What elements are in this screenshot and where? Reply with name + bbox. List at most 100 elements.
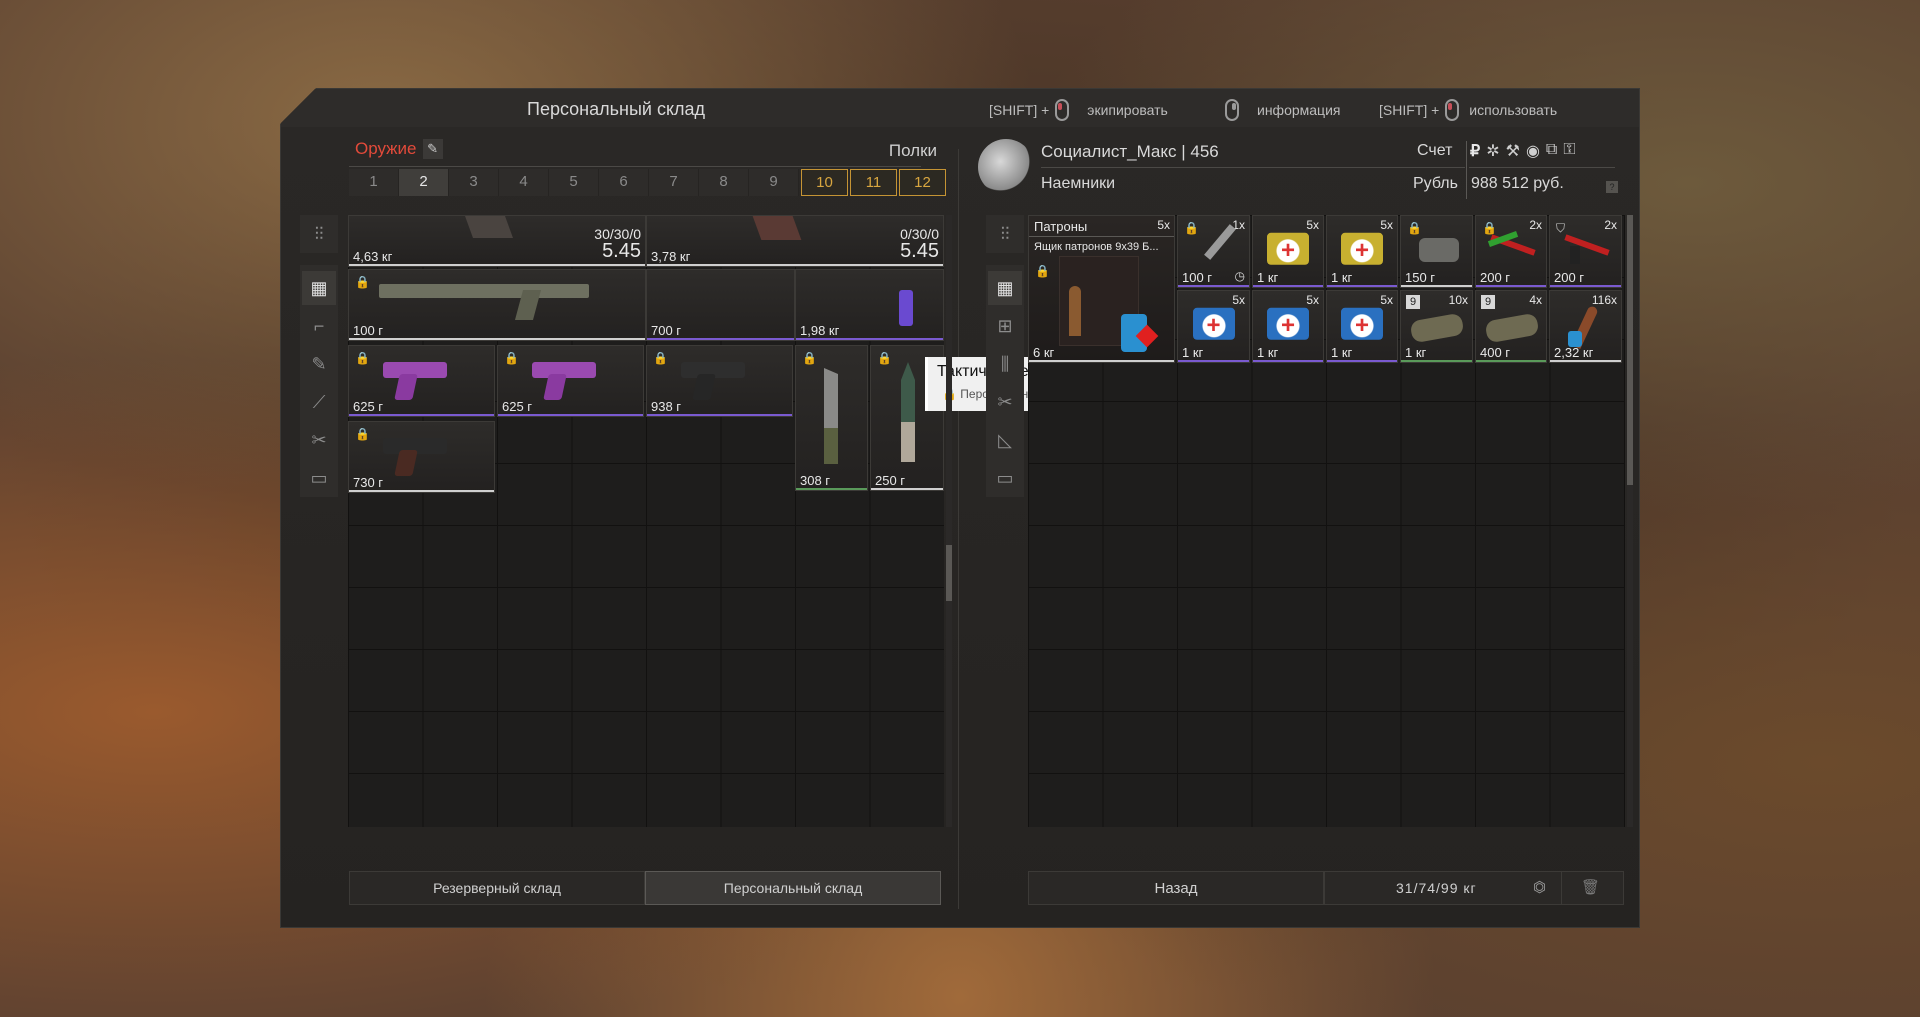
attachment-item[interactable]: 1,98 кг: [795, 269, 944, 341]
faction-eagle-icon: [978, 139, 1034, 195]
weapon-item[interactable]: 30/30/0 5.45 4,63 кг: [348, 215, 646, 267]
shelf-tab[interactable]: 7: [649, 169, 699, 196]
syringe-item[interactable]: 🔒 1x ◷ 100 г: [1177, 215, 1250, 288]
shelf-tab-premium[interactable]: 12: [899, 169, 946, 196]
help-icon[interactable]: ?: [1606, 181, 1618, 193]
shelf-tab-selected[interactable]: 2: [399, 169, 449, 196]
stash-grid[interactable]: 30/30/0 5.45 4,63 кг 0/30/0 5.45 3,78 кг…: [348, 215, 944, 827]
currency-label: Рубль: [1413, 175, 1458, 192]
scrollbar-thumb[interactable]: [1627, 215, 1633, 485]
reserve-stash-button[interactable]: Резерверный склад: [349, 871, 645, 905]
medkit-item[interactable]: 5x 1 кг: [1177, 290, 1250, 363]
item-count: 5x: [1157, 218, 1170, 232]
stock-item[interactable]: 🔒 100 г: [348, 269, 646, 341]
item-weight: 1,98 кг: [800, 323, 840, 338]
stash-title: Персональный склад: [527, 99, 706, 119]
ammo-icon[interactable]: ⫼: [988, 347, 1022, 381]
shelf-tab[interactable]: 4: [499, 169, 549, 196]
shelf-tab-premium[interactable]: 11: [850, 169, 897, 196]
trash-icon[interactable]: 🗑: [1581, 878, 1601, 896]
rifle-icon[interactable]: ⌐: [302, 309, 336, 343]
medkit-item[interactable]: 5x 1 кг: [1252, 215, 1324, 288]
edit-pencil-icon[interactable]: ✎: [422, 139, 443, 159]
tourniquet-item[interactable]: 🔒 2x 200 г: [1475, 215, 1547, 288]
knife-icon[interactable]: ⟋: [302, 385, 336, 419]
tools-icon[interactable]: ✂: [302, 423, 336, 457]
item-weight: 6 кг: [1033, 345, 1055, 360]
shelf-tab[interactable]: 6: [599, 169, 649, 196]
all-items-grid-icon[interactable]: ▦: [302, 271, 336, 305]
item-count: 2x: [1529, 218, 1542, 232]
shelf-tab[interactable]: 8: [699, 169, 749, 196]
box-icon[interactable]: ▭: [988, 461, 1022, 495]
ammo-box-item[interactable]: Патроны 5x Ящик патронов 9x39 Б... 🔒 6 к…: [1028, 215, 1175, 363]
item-weight: 308 г: [800, 473, 831, 488]
sort-sidebar-top: ⫶⫶: [300, 215, 338, 253]
shelves-label[interactable]: Полки: [889, 141, 937, 161]
account-separator: [1041, 167, 1465, 168]
item-count: 2x: [1604, 218, 1617, 232]
knife-item[interactable]: 🔒 308 г: [795, 345, 868, 491]
ration-item[interactable]: 9 4x 400 г: [1475, 290, 1547, 363]
backpack-grid[interactable]: Патроны 5x Ящик патронов 9x39 Б... 🔒 6 к…: [1028, 215, 1625, 827]
stash-window: Персональный склад [SHIFT] + экипировать…: [280, 88, 1640, 928]
item-weight: 1 кг: [1257, 270, 1279, 285]
sort-icon[interactable]: ⫶⫶: [302, 217, 336, 251]
sort-icon[interactable]: ⫶⫶: [988, 217, 1022, 251]
item-caliber: 5.45: [900, 240, 939, 262]
shelf-tab[interactable]: 5: [549, 169, 599, 196]
lock-icon: 🔒: [355, 275, 370, 289]
medkit-item[interactable]: 5x 1 кг: [1326, 215, 1398, 288]
ammo-item[interactable]: 116x 2,32 кг: [1549, 290, 1622, 363]
category-separator: [349, 166, 921, 167]
stash-scrollbar[interactable]: [946, 215, 952, 827]
tools-icon[interactable]: ✂: [988, 385, 1022, 419]
medkit-item[interactable]: 5x 1 кг: [1326, 290, 1398, 363]
medkit-icon[interactable]: ⊞: [988, 309, 1022, 343]
shelf-tab[interactable]: 9: [749, 169, 799, 196]
weapon-item[interactable]: 0/30/0 5.45 3,78 кг: [646, 215, 944, 267]
lock-icon: 🔒: [802, 351, 817, 365]
shelf-tab[interactable]: 3: [449, 169, 499, 196]
player-name: Социалист_Макс | 456: [1041, 142, 1219, 161]
item-count: 116x: [1591, 293, 1617, 307]
scrollbar-thumb[interactable]: [946, 545, 952, 601]
item-weight: 100 г: [353, 323, 384, 338]
category-selector[interactable]: Оружие ✎: [355, 139, 443, 159]
ration-item[interactable]: 9 10x 1 кг: [1400, 290, 1473, 363]
grenade-icon[interactable]: ✎: [302, 347, 336, 381]
tape-icon[interactable]: ⧉: [1546, 141, 1557, 161]
badge-icon[interactable]: ◉: [1526, 141, 1540, 161]
back-button[interactable]: Назад: [1028, 871, 1324, 905]
ruble-icon[interactable]: ₽: [1470, 141, 1480, 161]
attachment-item[interactable]: 700 г: [646, 269, 795, 341]
tool-item[interactable]: 🔒 150 г: [1400, 215, 1473, 288]
capacity-divider: [1561, 872, 1562, 904]
wrench-icon[interactable]: ⚒: [1506, 141, 1520, 161]
category-label: Оружие: [355, 139, 417, 158]
personal-stash-button[interactable]: Персональный склад: [645, 871, 941, 905]
item-weight: 200 г: [1554, 270, 1585, 285]
pistol-item[interactable]: 🔒 938 г: [646, 345, 793, 417]
pistol-item[interactable]: 🔒 625 г: [348, 345, 495, 417]
item-badge: 9: [1406, 295, 1420, 309]
tourniquet-item[interactable]: ⛉ 2x 200 г: [1549, 215, 1622, 288]
pistol-item[interactable]: 🔒 730 г: [348, 421, 495, 493]
ruler-icon[interactable]: ◺: [988, 423, 1022, 457]
lock-icon: 🔒: [1184, 221, 1199, 235]
tag-icon[interactable]: ⚿: [1563, 141, 1575, 161]
filter-sidebar: ▦ ⊞ ⫼ ✂ ◺ ▭: [986, 265, 1024, 497]
lock-icon: 🔒: [653, 351, 668, 365]
item-title: Патроны: [1034, 219, 1088, 234]
shelf-tab-premium[interactable]: 10: [801, 169, 848, 196]
backpack-scrollbar[interactable]: [1627, 215, 1633, 827]
all-items-grid-icon[interactable]: ▦: [988, 271, 1022, 305]
shelf-tab[interactable]: 1: [349, 169, 399, 196]
lock-icon: 🔒: [877, 351, 892, 365]
box-icon[interactable]: ▭: [302, 461, 336, 495]
gear-icon[interactable]: ✲: [1486, 141, 1499, 161]
pistol-item[interactable]: 🔒 625 г: [497, 345, 644, 417]
info-hint-label: информация: [1257, 102, 1341, 118]
medkit-item[interactable]: 5x 1 кг: [1252, 290, 1324, 363]
item-badge: 9: [1481, 295, 1495, 309]
